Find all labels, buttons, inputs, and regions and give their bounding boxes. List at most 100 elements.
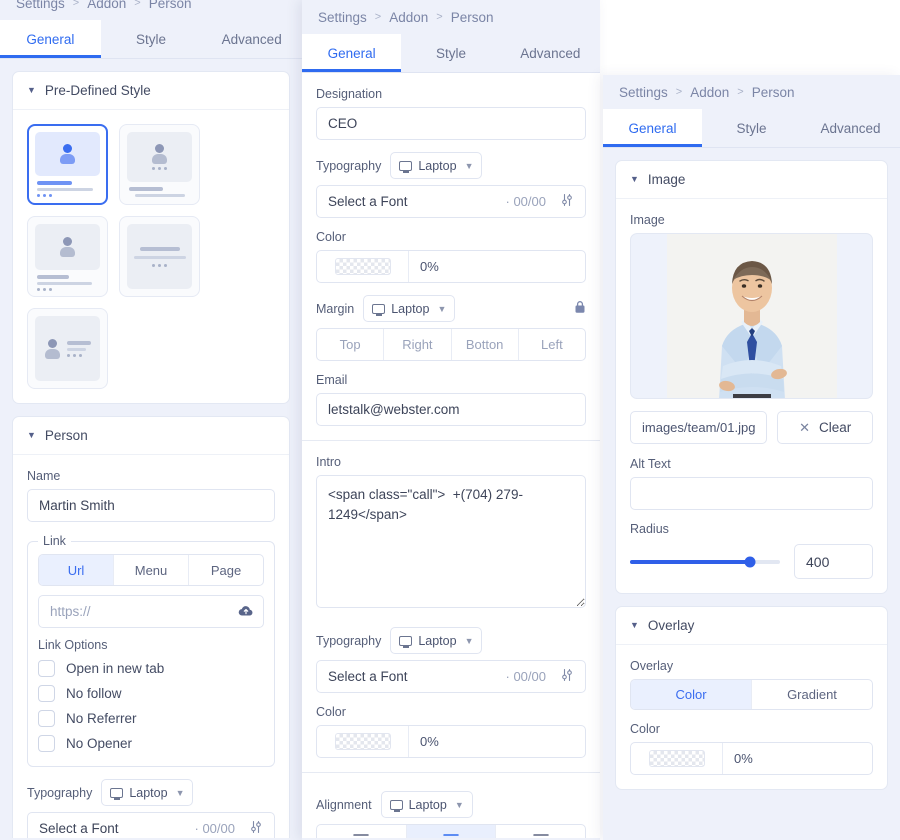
color-swatch-cell[interactable] — [317, 251, 409, 282]
align-center-button[interactable] — [406, 825, 497, 838]
dots-icon — [37, 194, 98, 197]
device-select-typography[interactable]: Laptop ▼ — [390, 152, 483, 179]
chevron-down-icon: ▼ — [437, 303, 447, 314]
image-preview[interactable] — [630, 233, 873, 399]
color-picker-row[interactable]: 0% — [316, 250, 586, 283]
style-thumb-3[interactable] — [27, 216, 108, 297]
link-type-url[interactable]: Url — [39, 555, 114, 585]
font-select[interactable]: Select a Font · 00/00 — [27, 812, 275, 838]
alt-text-input[interactable] — [630, 477, 873, 510]
clear-button-label: Clear — [819, 420, 852, 435]
margin-right-input[interactable]: Right — [384, 329, 452, 360]
device-select-typography[interactable]: Laptop ▼ — [101, 779, 194, 806]
checkbox-icon[interactable] — [38, 660, 55, 677]
color-opacity-value[interactable]: 0% — [409, 726, 585, 757]
checkbox-icon[interactable] — [38, 685, 55, 702]
breadcrumb-leaf[interactable]: Person — [451, 10, 494, 25]
tab-general[interactable]: General — [0, 20, 101, 58]
chevron-down-icon: ▼ — [27, 85, 36, 95]
breadcrumb-leaf[interactable]: Person — [752, 85, 795, 100]
designation-body: Designation CEO Typography Laptop ▼ Sele… — [302, 73, 600, 440]
overlay-label: Overlay — [630, 659, 674, 673]
tab-advanced[interactable]: Advanced — [501, 34, 600, 72]
link-type-page[interactable]: Page — [189, 555, 263, 585]
radius-slider[interactable] — [630, 556, 780, 567]
checkbox-no-follow[interactable]: No follow — [38, 685, 264, 702]
cloud-upload-icon[interactable] — [238, 604, 254, 620]
device-select-typography2[interactable]: Laptop ▼ — [390, 627, 483, 654]
image-path-input[interactable]: images/team/01.jpg — [630, 411, 768, 444]
lock-icon[interactable] — [574, 300, 586, 317]
clear-image-button[interactable]: ✕ Clear — [777, 411, 873, 444]
sliders-icon[interactable] — [249, 820, 263, 837]
breadcrumb-leaf[interactable]: Person — [149, 0, 192, 11]
checkbox-no-referrer[interactable]: No Referrer — [38, 710, 264, 727]
style-thumb-4[interactable] — [119, 216, 200, 297]
predefined-style-header[interactable]: ▼ Pre-Defined Style — [13, 72, 289, 110]
radius-slider-knob[interactable] — [744, 556, 756, 567]
link-options-label: Link Options — [38, 638, 108, 652]
image-section-header[interactable]: ▼ Image — [616, 161, 887, 199]
tab-style[interactable]: Style — [702, 109, 801, 147]
align-left-button[interactable] — [317, 825, 407, 838]
device-select-margin[interactable]: Laptop ▼ — [363, 295, 456, 322]
person-header[interactable]: ▼ Person — [13, 417, 289, 455]
laptop-icon — [399, 635, 413, 648]
checkbox-icon[interactable] — [38, 710, 55, 727]
tab-general[interactable]: General — [603, 109, 702, 147]
tab-advanced[interactable]: Advanced — [201, 20, 302, 58]
checkbox-open-in-new-tab[interactable]: Open in new tab — [38, 660, 264, 677]
overlay-type-gradient[interactable]: Gradient — [752, 680, 872, 709]
style-thumb-5[interactable] — [27, 308, 108, 389]
checkbox-icon[interactable] — [38, 735, 55, 752]
email-input[interactable]: letstalk@webster.com — [316, 393, 586, 426]
breadcrumb-middle[interactable]: Addon — [87, 0, 126, 11]
tab-style[interactable]: Style — [401, 34, 500, 72]
margin-bottom-input[interactable]: Botton — [452, 329, 519, 360]
tab-general[interactable]: General — [302, 34, 402, 72]
align-right-button[interactable] — [496, 825, 585, 838]
style-thumb-1[interactable] — [27, 124, 108, 205]
margin-top-input[interactable]: Top — [317, 329, 385, 360]
designation-label: Designation — [316, 87, 383, 101]
image-label: Image — [630, 213, 665, 227]
breadcrumb-root[interactable]: Settings — [318, 10, 367, 25]
color-swatch[interactable] — [648, 750, 705, 767]
color-swatch[interactable] — [334, 258, 391, 275]
style-thumb-2[interactable] — [119, 124, 200, 205]
person-settings-panel-right: Settings > Addon > Person General Style … — [603, 75, 900, 840]
overlay-color-row[interactable]: 0% — [630, 742, 873, 775]
breadcrumb-middle[interactable]: Addon — [690, 85, 729, 100]
url-input[interactable]: https:// — [38, 595, 264, 628]
color-swatch-cell[interactable] — [631, 743, 723, 774]
link-type-segmented: Url Menu Page — [38, 554, 264, 586]
intro-textarea[interactable] — [316, 475, 586, 608]
device-select-alignment[interactable]: Laptop ▼ — [380, 791, 473, 818]
font-select-2[interactable]: Select a Font · 00/00 — [316, 660, 586, 693]
tab-style[interactable]: Style — [101, 20, 202, 58]
radius-value-input[interactable]: 400 — [794, 544, 873, 579]
breadcrumb-middle[interactable]: Addon — [389, 10, 428, 25]
font-select[interactable]: Select a Font · 00/00 — [316, 185, 586, 218]
person-settings-panel-left: Settings > Addon > Person General Style … — [0, 0, 302, 840]
color-swatch-cell[interactable] — [317, 726, 409, 757]
tab-advanced[interactable]: Advanced — [801, 109, 900, 147]
color-opacity-value[interactable]: 0% — [409, 251, 585, 282]
margin-left-input[interactable]: Left — [519, 329, 585, 360]
color-swatch[interactable] — [334, 733, 391, 750]
breadcrumb-root[interactable]: Settings — [619, 85, 668, 100]
sliders-icon[interactable] — [560, 193, 574, 210]
person-icon — [44, 338, 60, 359]
name-input[interactable]: Martin Smith — [27, 489, 275, 522]
typography-label: Typography — [316, 158, 382, 173]
color-picker-row-2[interactable]: 0% — [316, 725, 586, 758]
link-type-menu[interactable]: Menu — [114, 555, 189, 585]
checkbox-no-opener[interactable]: No Opener — [38, 735, 264, 752]
breadcrumb-root[interactable]: Settings — [16, 0, 65, 11]
overlay-type-color[interactable]: Color — [631, 680, 752, 709]
overlay-section-header[interactable]: ▼ Overlay — [616, 607, 887, 645]
person-title: Person — [44, 428, 88, 443]
overlay-color-opacity-value[interactable]: 0% — [723, 743, 872, 774]
sliders-icon[interactable] — [560, 668, 574, 685]
designation-input[interactable]: CEO — [316, 107, 586, 140]
